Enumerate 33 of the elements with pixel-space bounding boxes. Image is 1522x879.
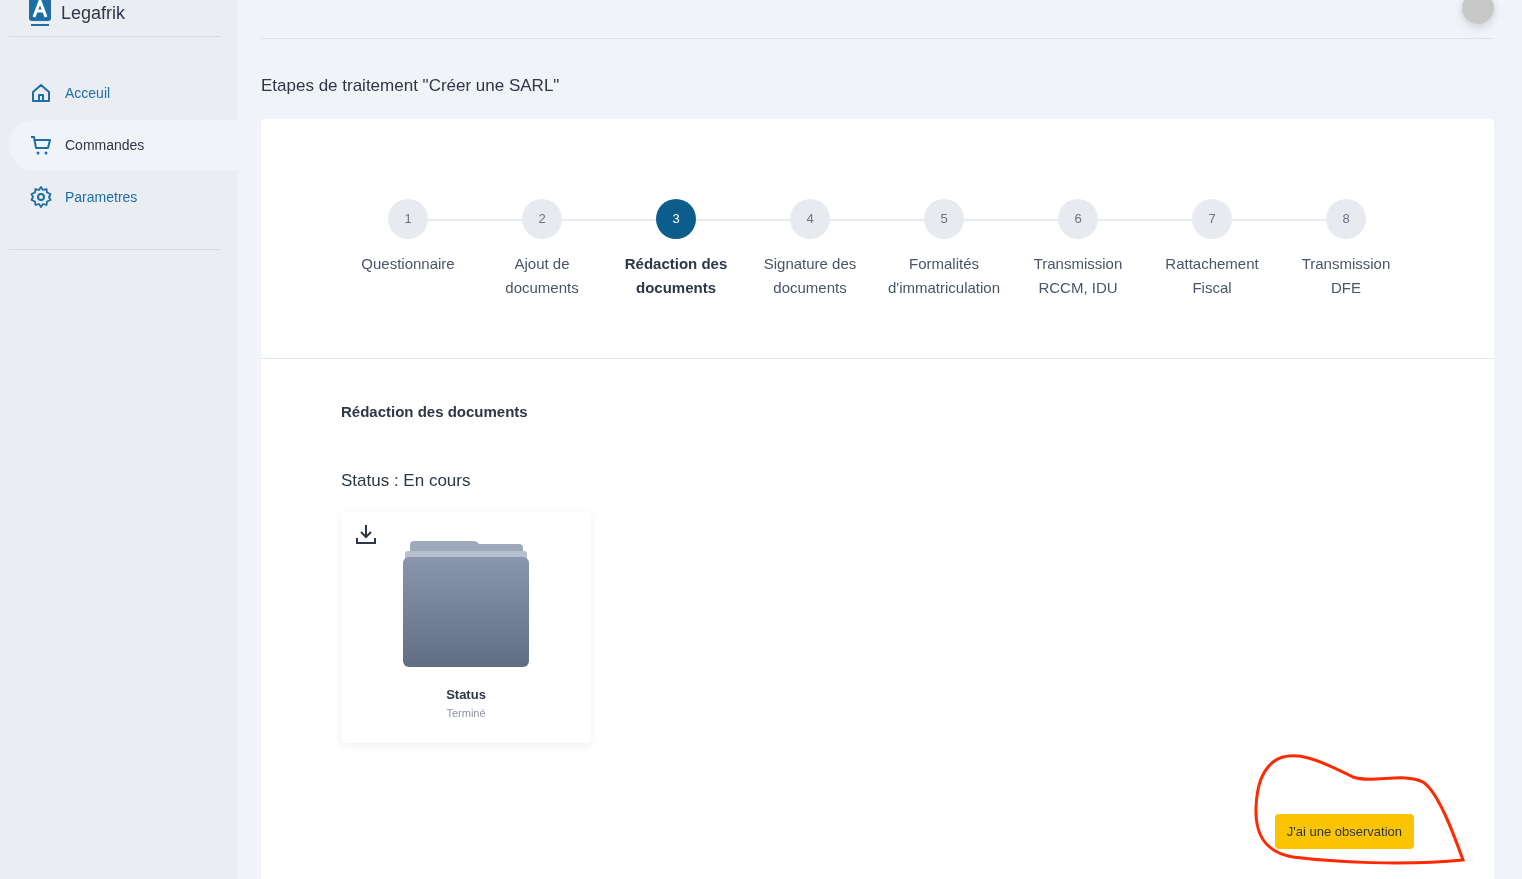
step-label: Ajout de documents [504, 254, 580, 298]
document-name: Status [446, 686, 486, 704]
cart-icon [29, 133, 53, 157]
brand-name: Legafrik [61, 1, 126, 25]
step-label: Questionnaire [361, 254, 455, 274]
download-icon[interactable] [355, 523, 377, 545]
step-label: Rattachement Fiscal [1164, 254, 1260, 298]
page-title: Etapes de traitement "Créer une SARL" [261, 74, 561, 97]
settings-icon [29, 185, 53, 209]
step-number[interactable]: 4 [790, 199, 830, 239]
step-title: Rédaction des documents [341, 402, 529, 422]
step-label: Rédaction des documents [623, 254, 729, 298]
step-number[interactable]: 7 [1192, 199, 1232, 239]
logo-icon [29, 0, 51, 29]
step-label: Signature des documents [762, 254, 858, 298]
sidebar-item[interactable]: Acceuil [9, 68, 238, 118]
step-number[interactable]: 3 [656, 199, 696, 239]
step-number[interactable]: 5 [924, 199, 964, 239]
observation-button[interactable]: J'ai une observation [1274, 813, 1414, 849]
step-number[interactable]: 2 [522, 199, 562, 239]
document-state: Terminé [446, 705, 486, 721]
home-icon [29, 81, 53, 105]
sidebar-item[interactable]: Commandes [9, 120, 238, 170]
step-number[interactable]: 1 [388, 199, 428, 239]
sidebar-item[interactable]: Parametres [9, 172, 238, 222]
status-text: Status : En cours [341, 469, 472, 492]
document-card[interactable]: Status Terminé [341, 511, 591, 743]
step-number[interactable]: 6 [1058, 199, 1098, 239]
step-number[interactable]: 8 [1326, 199, 1366, 239]
step-label: Transmission RCCM, IDU [1032, 254, 1124, 298]
step-label: Transmission DFE [1300, 254, 1392, 298]
step-label: Formalités d'immatriculation [886, 254, 1002, 298]
folder-icon [403, 541, 529, 667]
